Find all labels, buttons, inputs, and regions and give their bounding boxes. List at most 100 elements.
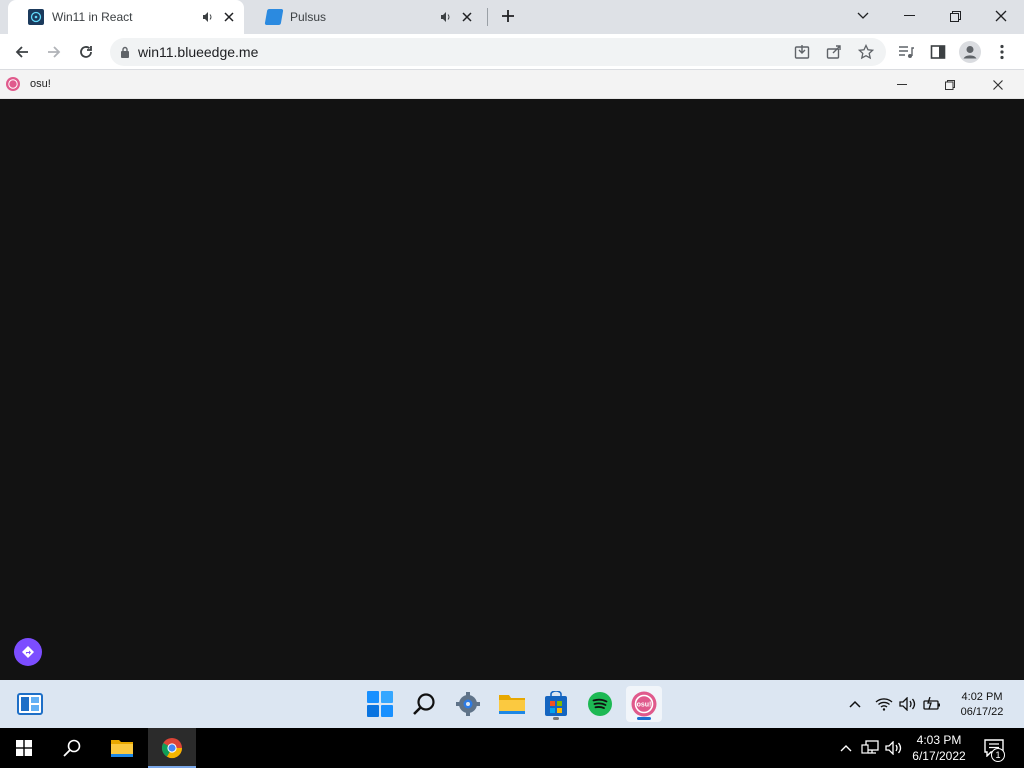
directions-icon: [22, 646, 34, 658]
tab-audio-icon[interactable]: [200, 9, 216, 25]
host-clock-date: 6/17/2022: [912, 749, 966, 763]
forward-icon: [48, 46, 61, 58]
search-icon: [413, 693, 435, 715]
star-icon: [858, 44, 874, 60]
bookmark-button[interactable]: [852, 38, 880, 66]
reload-button[interactable]: [72, 38, 100, 66]
start-button[interactable]: [362, 686, 398, 722]
host-show-hidden-icons-button[interactable]: [836, 738, 856, 758]
chrome-icon: [161, 738, 183, 759]
restore-button[interactable]: [932, 0, 978, 32]
tab-win11-in-react[interactable]: Win11 in React: [8, 0, 244, 34]
osu-minimize-button[interactable]: [878, 70, 926, 99]
close-window-button[interactable]: [978, 0, 1024, 32]
tab-audio-icon[interactable]: [438, 9, 454, 25]
share-button[interactable]: [820, 38, 848, 66]
assistant-button[interactable]: [14, 638, 42, 666]
osu-window-titlebar[interactable]: osu!: [0, 70, 1024, 99]
settings-button[interactable]: [450, 686, 486, 722]
osu-icon: [6, 77, 20, 91]
host-search-button[interactable]: [48, 728, 96, 768]
spotify-button[interactable]: [582, 686, 618, 722]
volume-button[interactable]: [898, 694, 918, 714]
close-tab-icon[interactable]: [220, 8, 238, 26]
host-volume-button[interactable]: [884, 738, 904, 758]
back-icon: [15, 46, 28, 58]
file-explorer-button[interactable]: [494, 686, 530, 722]
tab-search-button[interactable]: [840, 0, 886, 32]
side-panel-icon: [930, 45, 946, 59]
tab-pulsus[interactable]: Pulsus: [246, 0, 482, 34]
close-tab-icon[interactable]: [458, 8, 476, 26]
forward-button[interactable]: [40, 38, 68, 66]
pulsus-icon: [264, 9, 284, 25]
web-clock[interactable]: 4:02 PM 06/17/22: [950, 690, 1014, 720]
widgets-icon: [17, 693, 43, 715]
spotify-icon: [588, 692, 612, 716]
minimize-button[interactable]: [886, 0, 932, 32]
osu-maximize-button[interactable]: [926, 70, 974, 99]
media-icon: [899, 46, 914, 58]
host-start-button[interactable]: [0, 728, 48, 768]
running-indicator: [553, 717, 559, 720]
notification-count-badge: 1: [991, 748, 1005, 762]
restore-icon: [945, 79, 955, 90]
osu-taskbar-button[interactable]: osu!: [626, 686, 662, 722]
plus-icon: [502, 10, 514, 22]
host-network-button[interactable]: [860, 738, 880, 758]
osu-window-title: osu!: [30, 78, 51, 90]
store-icon: [545, 691, 567, 716]
host-chrome-button[interactable]: [148, 728, 196, 768]
minimize-icon: [903, 15, 915, 16]
side-panel-button[interactable]: [924, 38, 952, 66]
host-clock[interactable]: 4:03 PM 6/17/2022: [908, 732, 970, 764]
back-button[interactable]: [8, 38, 36, 66]
web-os-taskbar: osu! 4:02 PM 06/17/22: [0, 680, 1024, 728]
web-clock-date: 06/17/22: [960, 706, 1004, 718]
battery-button[interactable]: [922, 694, 942, 714]
close-icon: [995, 10, 1007, 22]
chevron-up-icon: [840, 745, 852, 752]
wifi-button[interactable]: [874, 694, 894, 714]
lock-icon[interactable]: [120, 46, 130, 58]
reload-icon: [80, 46, 92, 58]
minimize-icon: [897, 83, 907, 85]
osu-close-button[interactable]: [974, 70, 1022, 99]
osu-game-canvas[interactable]: [0, 99, 1024, 680]
search-button[interactable]: [406, 686, 442, 722]
chevron-down-icon: [857, 12, 869, 19]
tab-divider: [487, 8, 488, 26]
file-explorer-icon: [499, 695, 525, 714]
show-hidden-icons-button[interactable]: [845, 694, 865, 714]
file-explorer-icon: [111, 740, 133, 757]
browser-tab-strip: Win11 in React Pulsus: [0, 0, 1024, 34]
battery-charging-icon: [923, 697, 940, 710]
menu-icon: [1000, 44, 1004, 60]
browser-toolbar: win11.blueedge.me: [0, 34, 1024, 70]
settings-icon: [456, 692, 480, 716]
store-button[interactable]: [538, 686, 574, 722]
widgets-button[interactable]: [12, 686, 48, 722]
osu-icon: osu!: [631, 691, 657, 717]
svg-text:osu!: osu!: [637, 702, 652, 709]
wifi-icon: [875, 698, 893, 711]
win11-react-icon: [28, 9, 44, 25]
address-text: win11.blueedge.me: [138, 44, 259, 60]
start-icon: [367, 691, 393, 717]
close-icon: [993, 79, 1003, 90]
install-app-button[interactable]: [788, 38, 816, 66]
host-taskbar: 4:03 PM 6/17/2022 1: [0, 728, 1024, 768]
media-control-button[interactable]: [892, 38, 920, 66]
address-bar[interactable]: win11.blueedge.me: [110, 38, 886, 66]
profile-button[interactable]: [956, 38, 984, 66]
chrome-menu-button[interactable]: [988, 38, 1016, 66]
restore-icon: [949, 10, 961, 22]
windows-logo-icon: [16, 740, 32, 756]
new-tab-button[interactable]: [490, 0, 526, 32]
search-icon: [63, 739, 81, 757]
share-icon: [826, 45, 841, 59]
network-icon: [861, 740, 879, 754]
host-file-explorer-button[interactable]: [98, 728, 146, 768]
active-indicator: [637, 717, 651, 720]
chevron-up-icon: [849, 700, 861, 708]
